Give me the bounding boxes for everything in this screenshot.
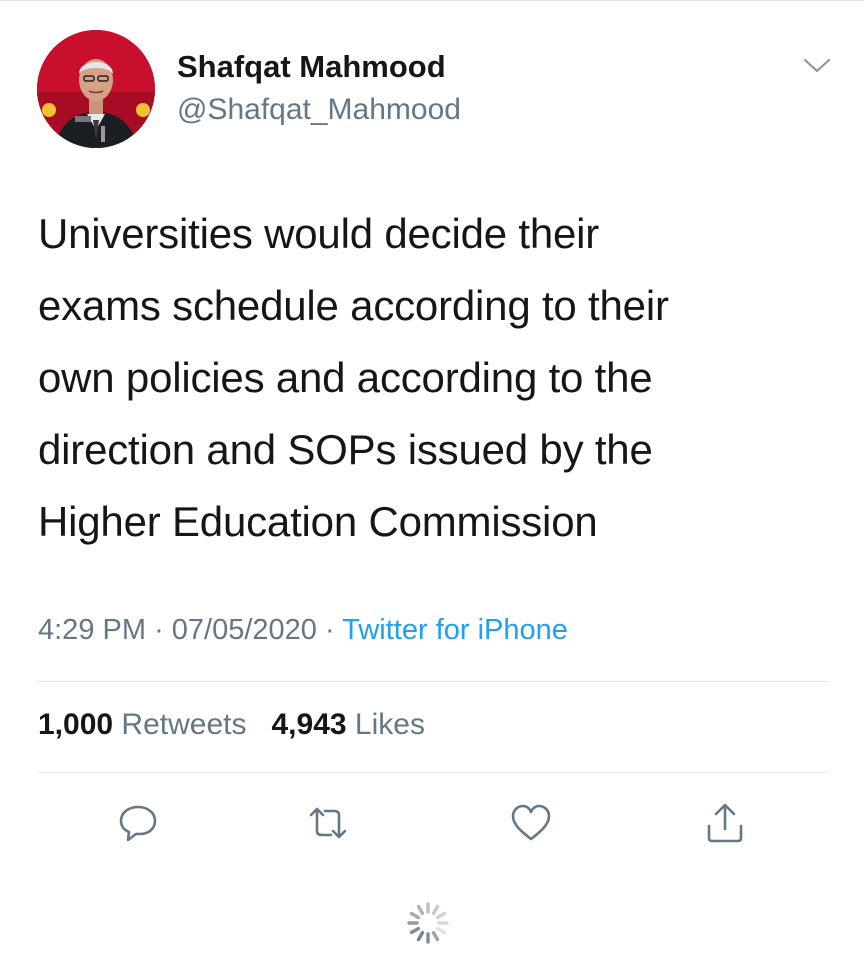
tweet-source-link[interactable]: Twitter for iPhone — [342, 614, 568, 646]
meta-separator: · — [325, 614, 335, 646]
share-icon — [707, 803, 743, 843]
avatar[interactable] — [37, 30, 155, 148]
heart-icon — [511, 804, 551, 841]
avatar-portrait-icon — [37, 30, 155, 148]
tweet-stats: 1,000 Retweets 4,943 Likes — [38, 708, 425, 742]
divider — [38, 681, 828, 682]
tweet-text: Universities would decide their exams sc… — [38, 198, 818, 558]
tweet-metadata: 4:29 PM · 07/05/2020 · Twitter for iPhon… — [38, 614, 568, 647]
tweet-time: 4:29 PM — [38, 614, 146, 646]
like-button[interactable] — [508, 800, 554, 846]
loading-spinner — [405, 900, 451, 946]
retweets-stat[interactable]: 1,000 Retweets — [38, 708, 246, 741]
top-divider — [0, 0, 864, 1]
reply-icon — [119, 805, 157, 842]
likes-stat[interactable]: 4,943 Likes — [272, 708, 425, 741]
tweet-text-line: Universities would decide their — [38, 210, 600, 257]
meta-separator: · — [154, 614, 164, 646]
divider — [38, 772, 828, 773]
tweet-date: 07/05/2020 — [171, 614, 317, 646]
reply-button[interactable] — [115, 800, 161, 846]
tweet-text-line: own policies and according to the — [38, 354, 653, 401]
author-handle[interactable]: @Shafqat_Mahmood — [177, 93, 461, 127]
retweets-count: 1,000 — [38, 708, 114, 741]
author-display-name[interactable]: Shafqat Mahmood — [177, 49, 446, 85]
tweet-menu-button[interactable] — [802, 56, 832, 76]
retweet-button[interactable] — [305, 800, 351, 846]
loading-spinner-icon — [407, 902, 449, 944]
likes-label: Likes — [354, 708, 425, 741]
tweet-text-line: exams schedule according to their — [38, 282, 669, 329]
share-button[interactable] — [702, 800, 748, 846]
likes-count: 4,943 — [271, 708, 347, 741]
tweet-text-line: direction and SOPs issued by the — [38, 426, 653, 473]
tweet-text-line: Higher Education Commission — [38, 498, 598, 545]
retweets-label: Retweets — [121, 708, 247, 741]
chevron-down-icon — [803, 58, 831, 73]
retweet-icon — [309, 807, 347, 839]
